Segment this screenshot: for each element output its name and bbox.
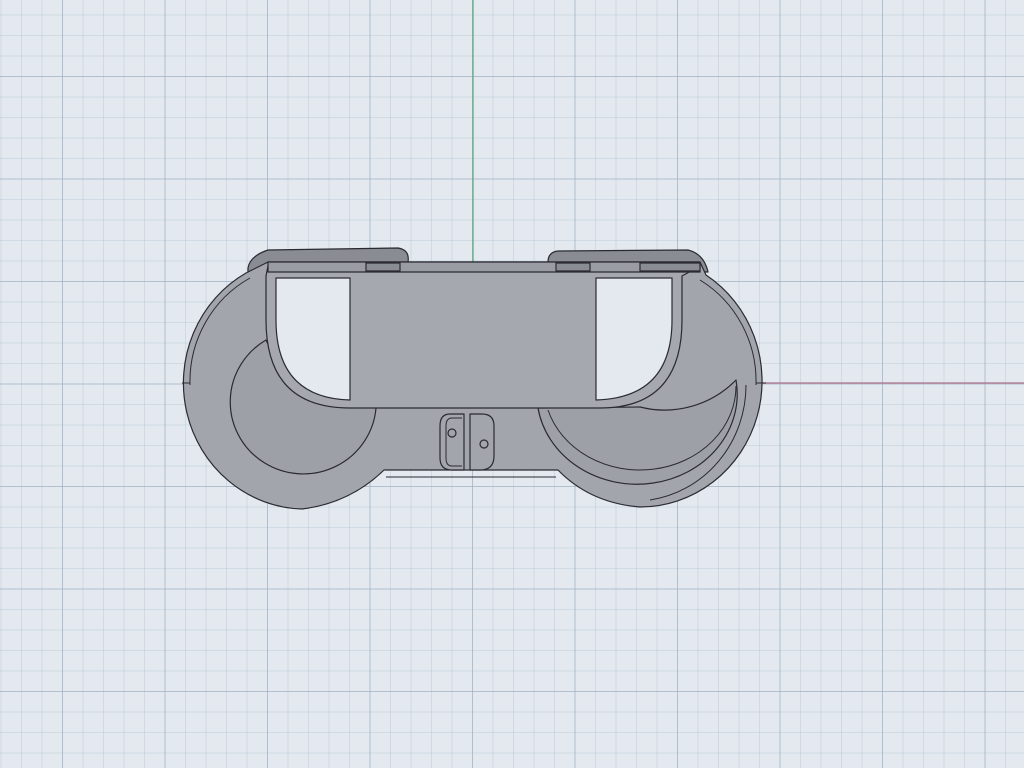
cad-viewport[interactable] — [0, 0, 1024, 768]
top-rail — [267, 261, 701, 273]
right-rail-clip — [555, 262, 591, 272]
right-rail-end — [639, 262, 701, 272]
left-joycon-dot — [447, 428, 457, 438]
viewport-canvas[interactable] — [0, 0, 1024, 768]
left-joycon-button — [439, 413, 465, 471]
right-joycon-dot — [479, 439, 489, 449]
left-rail-clip — [365, 262, 401, 272]
controller-case-model[interactable] — [182, 247, 766, 510]
